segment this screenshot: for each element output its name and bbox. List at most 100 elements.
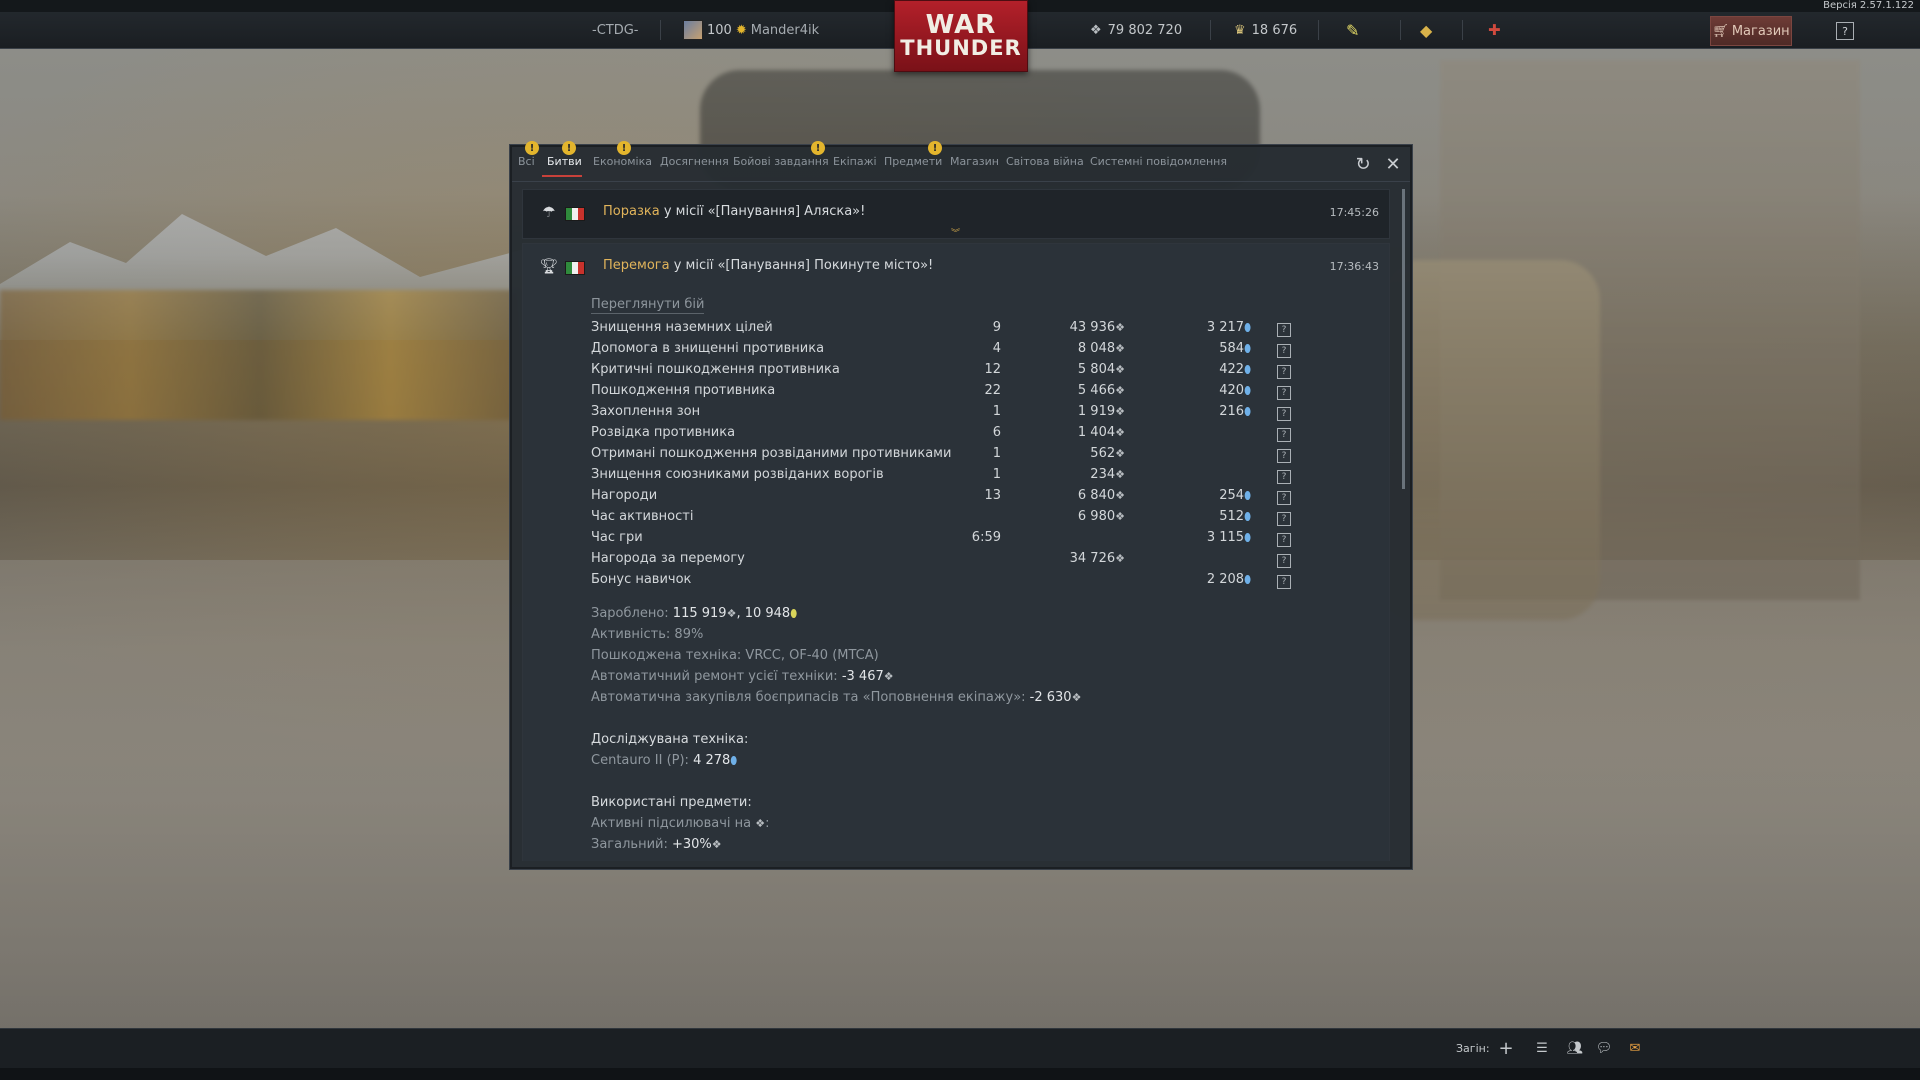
chat-icon[interactable]: 💬︎ — [1594, 1038, 1614, 1058]
research-points-icon: ⬮ — [1244, 573, 1251, 586]
research-points-icon: ⬮ — [1244, 510, 1251, 523]
research-points-icon: ⬮ — [1244, 531, 1251, 544]
info-icon[interactable]: ? — [1277, 533, 1291, 547]
reward-name: Захоплення зон — [591, 404, 701, 419]
shop-button[interactable]: 🛒︎ Магазин — [1710, 16, 1792, 46]
tab-achievements[interactable]: Досягнення — [660, 155, 729, 168]
battle-message-expanded: 🏆︎ Перемога у місії «[Панування] Покинут… — [522, 243, 1390, 861]
silver-lions-icon: ❖ — [755, 817, 766, 830]
golden-eagles-balance[interactable]: ♛ 18 676 — [1234, 12, 1297, 48]
info-icon[interactable]: ? — [1277, 365, 1291, 379]
message-time: 17:36:43 — [1329, 260, 1379, 273]
reward-silver: 5 804❖ — [1077, 362, 1125, 377]
reward-count: 13 — [984, 488, 1001, 503]
reward-count: 1 — [992, 467, 1001, 482]
reward-row: Отримані пошкодження розвіданими противн… — [591, 446, 1291, 467]
info-icon[interactable]: ? — [1277, 491, 1291, 505]
activity-line: Активність: 89% — [591, 627, 704, 642]
background-sandbags — [1380, 260, 1600, 620]
message-time: 17:45:26 — [1329, 206, 1379, 219]
damaged-vehicles-line: Пошкоджена техніка: VRCC, OF-40 (MTCA) — [591, 648, 879, 663]
warning-icon: ! — [525, 141, 539, 155]
reward-research: 584⬮ — [1219, 341, 1251, 356]
coupons-button[interactable]: ✚ — [1488, 12, 1501, 48]
reward-research: 512⬮ — [1219, 509, 1251, 524]
research-points-icon: ⬮ — [1244, 405, 1251, 418]
info-icon[interactable]: ? — [1277, 575, 1291, 589]
tab-battles[interactable]: Битви — [547, 155, 582, 168]
reward-silver: 6 980❖ — [1077, 509, 1125, 524]
research-points-icon: ⬮ — [1244, 489, 1251, 502]
rank-star-icon: ✹ — [735, 22, 747, 38]
close-icon[interactable]: ✕ — [1382, 153, 1404, 175]
reward-row: Знищення наземних цілей 9 43 936❖ 3 217⬮? — [591, 320, 1291, 341]
clan-tag[interactable]: -CTDG- — [592, 12, 638, 48]
reward-row: Бонус навичок 2 208⬮? — [591, 572, 1291, 593]
tab-shop[interactable]: Магазин — [950, 155, 999, 168]
add-squad-member-icon[interactable]: + — [1496, 1038, 1516, 1059]
silver-lions-icon: ❖ — [1115, 552, 1125, 565]
warning-icon: ! — [811, 141, 825, 155]
expand-chevron-icon[interactable]: ︾ — [951, 226, 960, 239]
reward-row: Допомога в знищенні противника 4 8 048❖ 584… — [591, 341, 1291, 362]
scrollbar[interactable] — [1402, 189, 1405, 489]
repair-line: Автоматичний ремонт усієї техніки: -3 46… — [591, 669, 894, 684]
info-icon[interactable]: ? — [1277, 512, 1291, 526]
auto-purchase-line: Автоматична закупівля боєприпасів та «По… — [591, 690, 1082, 705]
hints-button[interactable]: ✎ — [1346, 12, 1359, 48]
reward-silver: 6 840❖ — [1077, 488, 1125, 503]
tab-world-war[interactable]: Світова війна — [1006, 155, 1084, 168]
info-icon[interactable]: ? — [1277, 449, 1291, 463]
player-name: Mander4ik — [750, 22, 820, 38]
silver-lions-icon: ❖ — [1071, 691, 1082, 704]
reward-count: 6 — [992, 425, 1001, 440]
help-button[interactable]: ? — [1836, 22, 1854, 40]
divider — [1400, 20, 1401, 40]
reward-count: 1 — [992, 404, 1001, 419]
reward-silver: 34 726❖ — [1069, 551, 1125, 566]
tab-crews[interactable]: Екіпажі — [833, 155, 877, 168]
tab-battle-tasks[interactable]: Бойові завдання — [733, 155, 829, 168]
italy-flag-icon — [565, 261, 585, 275]
research-points-icon: ⬮ — [1244, 342, 1251, 355]
silver-lions-icon: ❖ — [1115, 426, 1125, 439]
refresh-icon[interactable]: ↻ — [1352, 153, 1374, 175]
divider — [1462, 20, 1463, 40]
silver-lions-balance[interactable]: ❖ 79 802 720 — [1090, 12, 1182, 48]
reward-name: Нагороди — [591, 488, 658, 503]
silver-lions-icon: ❖ — [1115, 321, 1125, 334]
reward-research: 422⬮ — [1219, 362, 1251, 377]
view-replay-link[interactable]: Переглянути бій — [591, 297, 705, 314]
research-points-icon: ⬮ — [1244, 384, 1251, 397]
mail-icon[interactable]: ✉ — [1624, 1038, 1646, 1058]
boosters-line: Активні підсилювачі на ❖: — [591, 816, 770, 831]
battle-message-collapsed[interactable]: ☂ Поразка у місії «[Панування] Аляска»! … — [522, 189, 1390, 239]
lightbulb-icon: ✎ — [1346, 20, 1360, 40]
info-icon[interactable]: ? — [1277, 407, 1291, 421]
info-icon[interactable]: ? — [1277, 428, 1291, 442]
reward-name: Критичні пошкодження противника — [591, 362, 840, 377]
tab-system-messages[interactable]: Системні повідомлення — [1090, 155, 1227, 168]
info-icon[interactable]: ? — [1277, 386, 1291, 400]
reward-name: Нагорода за перемогу — [591, 551, 745, 566]
info-icon[interactable]: ? — [1277, 344, 1291, 358]
premium-button[interactable]: ◆ — [1420, 12, 1432, 48]
tabs-bar: Всі ! Битви ! Економіка ! Досягнення Бой… — [512, 141, 1410, 182]
info-icon[interactable]: ? — [1277, 554, 1291, 568]
list-icon[interactable]: ☰ — [1532, 1038, 1552, 1058]
reward-count: 22 — [984, 383, 1001, 398]
reward-research: 2 208⬮ — [1206, 572, 1251, 587]
info-icon[interactable]: ? — [1277, 323, 1291, 337]
tab-items[interactable]: Предмети — [884, 155, 942, 168]
tab-economy[interactable]: Економіка — [593, 155, 652, 168]
divider — [1210, 20, 1211, 40]
reward-silver: 234❖ — [1090, 467, 1125, 482]
reward-research: 254⬮ — [1219, 488, 1251, 503]
info-icon[interactable]: ? — [1277, 470, 1291, 484]
player-profile[interactable]: 100 ✹ Mander4ik — [683, 12, 819, 48]
contacts-icon[interactable]: 👥︎ — [1564, 1038, 1586, 1058]
tab-all[interactable]: Всі — [518, 155, 535, 168]
research-points-icon: ⬮ — [1244, 363, 1251, 376]
reward-count: 12 — [984, 362, 1001, 377]
reward-name: Отримані пошкодження розвіданими противн… — [591, 446, 952, 461]
